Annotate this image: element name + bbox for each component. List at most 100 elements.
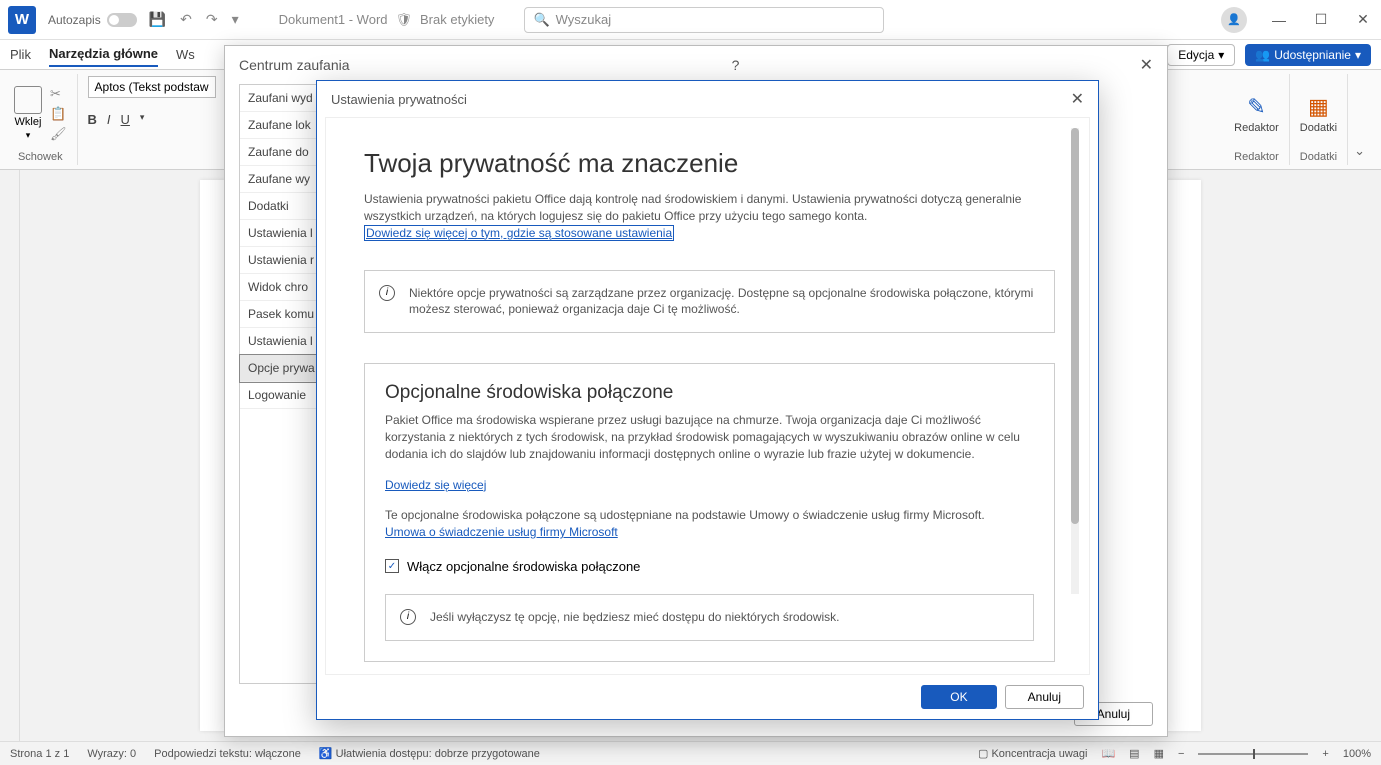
clipboard-group-label: Schowek bbox=[18, 151, 63, 163]
trust-sidebar-item[interactable]: Ustawienia r bbox=[240, 247, 324, 274]
focus-icon: ▢ bbox=[978, 748, 988, 760]
learn-more-link[interactable]: Dowiedz się więcej bbox=[385, 478, 486, 492]
editing-mode-button[interactable]: Edycja ▾ bbox=[1167, 44, 1235, 66]
trust-sidebar-item[interactable]: Dodatki bbox=[240, 193, 324, 220]
copy-icon[interactable]: 📋 bbox=[50, 106, 67, 122]
accessibility-status[interactable]: ♿ Ułatwienia dostępu: dobrze przygotowan… bbox=[319, 747, 540, 760]
trust-sidebar-item[interactable]: Logowanie bbox=[240, 382, 324, 409]
vertical-ruler bbox=[0, 170, 20, 741]
ok-button[interactable]: OK bbox=[921, 685, 996, 709]
help-icon[interactable]: ? bbox=[732, 57, 740, 73]
search-icon: 🔍 bbox=[533, 12, 549, 28]
text-predictions[interactable]: Podpowiedzi tekstu: włączone bbox=[154, 748, 301, 760]
share-icon: 👥 bbox=[1255, 48, 1270, 62]
trust-center-sidebar: Zaufani wydZaufane lokZaufane doZaufane … bbox=[239, 84, 325, 684]
paste-button[interactable]: Wklej ▾ bbox=[14, 86, 42, 141]
autosave-toggle[interactable]: Autozapis bbox=[48, 13, 137, 27]
scrollbar-thumb[interactable] bbox=[1071, 128, 1079, 524]
autosave-label: Autozapis bbox=[48, 13, 101, 27]
scrollbar[interactable] bbox=[1071, 128, 1079, 594]
editor-button[interactable]: ✎ Redaktor bbox=[1234, 94, 1279, 134]
trust-sidebar-item[interactable]: Zaufane lok bbox=[240, 112, 324, 139]
search-placeholder: Wyszukaj bbox=[556, 12, 612, 27]
paste-icon bbox=[14, 86, 42, 114]
editing-mode-label: Edycja bbox=[1178, 48, 1214, 62]
tab-insert[interactable]: Ws bbox=[176, 43, 195, 66]
underline-button[interactable]: U bbox=[121, 112, 130, 127]
privacy-dialog-footer: OK Anuluj bbox=[317, 675, 1098, 719]
trust-sidebar-item[interactable]: Pasek komu bbox=[240, 301, 324, 328]
sensitivity-label[interactable]: Brak etykiety bbox=[420, 12, 494, 27]
trust-sidebar-item[interactable]: Opcje prywa bbox=[240, 355, 324, 382]
disable-warning-box: i Jeśli wyłączysz tę opcję, nie będziesz… bbox=[385, 594, 1034, 641]
share-label: Udostępnianie bbox=[1274, 48, 1351, 62]
trust-sidebar-item[interactable]: Zaufane do bbox=[240, 139, 324, 166]
zoom-slider[interactable] bbox=[1198, 753, 1308, 755]
word-count[interactable]: Wyrazy: 0 bbox=[87, 748, 136, 760]
close-icon[interactable]: ✕ bbox=[1071, 89, 1084, 109]
ribbon-group-font: Aptos (Tekst podstaw B I U ▾ bbox=[78, 74, 227, 165]
word-app-icon: W bbox=[8, 6, 36, 34]
minimize-icon[interactable]: — bbox=[1269, 12, 1289, 28]
editor-group-label: Redaktor bbox=[1234, 151, 1279, 163]
maximize-icon[interactable]: ☐ bbox=[1311, 11, 1331, 28]
user-avatar[interactable]: 👤 bbox=[1221, 7, 1247, 33]
ribbon-group-editor: ✎ Redaktor Redaktor bbox=[1224, 74, 1290, 165]
shield-icon: 🛡 bbox=[396, 12, 413, 28]
bold-button[interactable]: B bbox=[88, 112, 97, 127]
cut-icon[interactable]: ✂ bbox=[50, 86, 67, 102]
trust-sidebar-item[interactable]: Ustawienia l bbox=[240, 328, 324, 355]
tab-home[interactable]: Narzędzia główne bbox=[49, 42, 158, 67]
trust-sidebar-item[interactable]: Zaufani wyd bbox=[240, 85, 324, 112]
ribbon-group-addins: ▦ Dodatki Dodatki bbox=[1290, 74, 1348, 165]
msa-link[interactable]: Umowa o świadczenie usług firmy Microsof… bbox=[385, 525, 618, 539]
addins-button[interactable]: ▦ Dodatki bbox=[1300, 94, 1337, 134]
format-painter-icon[interactable]: 🖌 bbox=[50, 126, 67, 142]
enable-optional-checkbox-row[interactable]: ✓ Włącz opcjonalne środowiska połączone bbox=[385, 559, 1034, 574]
privacy-settings-dialog: Ustawienia prywatności ✕ Twoja prywatnoś… bbox=[316, 80, 1099, 720]
checkbox-icon[interactable]: ✓ bbox=[385, 559, 399, 573]
addins-icon: ▦ bbox=[1308, 94, 1329, 120]
optional-connected-text: Pakiet Office ma środowiska wspierane pr… bbox=[385, 412, 1034, 462]
checkbox-label: Włącz opcjonalne środowiska połączone bbox=[407, 559, 640, 574]
font-name-input[interactable]: Aptos (Tekst podstaw bbox=[88, 76, 216, 98]
privacy-dialog-title: Ustawienia prywatności bbox=[331, 92, 467, 107]
trust-sidebar-item[interactable]: Ustawienia l bbox=[240, 220, 324, 247]
web-layout-icon[interactable]: ▦ bbox=[1154, 747, 1164, 760]
ribbon-collapse-icon[interactable]: ⌄ bbox=[1348, 137, 1371, 165]
search-input[interactable]: 🔍 Wyszukaj bbox=[524, 7, 884, 33]
editor-label: Redaktor bbox=[1234, 122, 1279, 134]
zoom-level[interactable]: 100% bbox=[1343, 748, 1371, 760]
privacy-heading: Twoja prywatność ma znaczenie bbox=[364, 148, 1055, 179]
focus-label: Koncentracja uwagi bbox=[991, 748, 1087, 760]
focus-mode[interactable]: ▢ Koncentracja uwagi bbox=[978, 747, 1087, 760]
close-icon[interactable]: ✕ bbox=[1353, 11, 1373, 28]
zoom-out-icon[interactable]: − bbox=[1178, 748, 1184, 760]
share-button[interactable]: 👥 Udostępnianie ▾ bbox=[1245, 44, 1371, 66]
italic-button[interactable]: I bbox=[107, 112, 111, 127]
optional-connected-section: Opcjonalne środowiska połączone Pakiet O… bbox=[364, 363, 1055, 662]
titlebar: W Autozapis 💾 ↶ ↷ ▾ Dokument1 - Word 🛡 B… bbox=[0, 0, 1381, 40]
disable-warning-text: Jeśli wyłączysz tę opcję, nie będziesz m… bbox=[430, 609, 840, 626]
chevron-down-icon: ▾ bbox=[1355, 48, 1361, 62]
toggle-switch-icon[interactable] bbox=[107, 13, 137, 27]
cancel-button[interactable]: Anuluj bbox=[1005, 685, 1084, 709]
trust-sidebar-item[interactable]: Zaufane wy bbox=[240, 166, 324, 193]
editor-icon: ✎ bbox=[1247, 94, 1265, 120]
save-icon[interactable]: 💾 bbox=[149, 11, 166, 28]
tab-file[interactable]: Plik bbox=[10, 43, 31, 66]
trust-sidebar-item[interactable]: Widok chro bbox=[240, 274, 324, 301]
undo-icon[interactable]: ↶ bbox=[180, 11, 192, 28]
zoom-in-icon[interactable]: + bbox=[1322, 748, 1328, 760]
close-icon[interactable]: ✕ bbox=[1140, 55, 1153, 75]
redo-icon[interactable]: ↷ bbox=[206, 11, 218, 28]
learn-more-settings-link[interactable]: Dowiedz się więcej o tym, gdzie są stoso… bbox=[364, 225, 674, 241]
qat-dropdown-icon[interactable]: ▾ bbox=[232, 11, 239, 28]
chevron-down-icon[interactable]: ▾ bbox=[140, 112, 145, 127]
read-mode-icon[interactable]: 📖 bbox=[1101, 747, 1115, 760]
page-indicator[interactable]: Strona 1 z 1 bbox=[10, 748, 69, 760]
print-layout-icon[interactable]: ▤ bbox=[1129, 747, 1139, 760]
privacy-dialog-titlebar: Ustawienia prywatności ✕ bbox=[317, 81, 1098, 117]
statusbar: Strona 1 z 1 Wyrazy: 0 Podpowiedzi tekst… bbox=[0, 741, 1381, 765]
quick-access-toolbar: 💾 ↶ ↷ ▾ bbox=[149, 11, 239, 28]
